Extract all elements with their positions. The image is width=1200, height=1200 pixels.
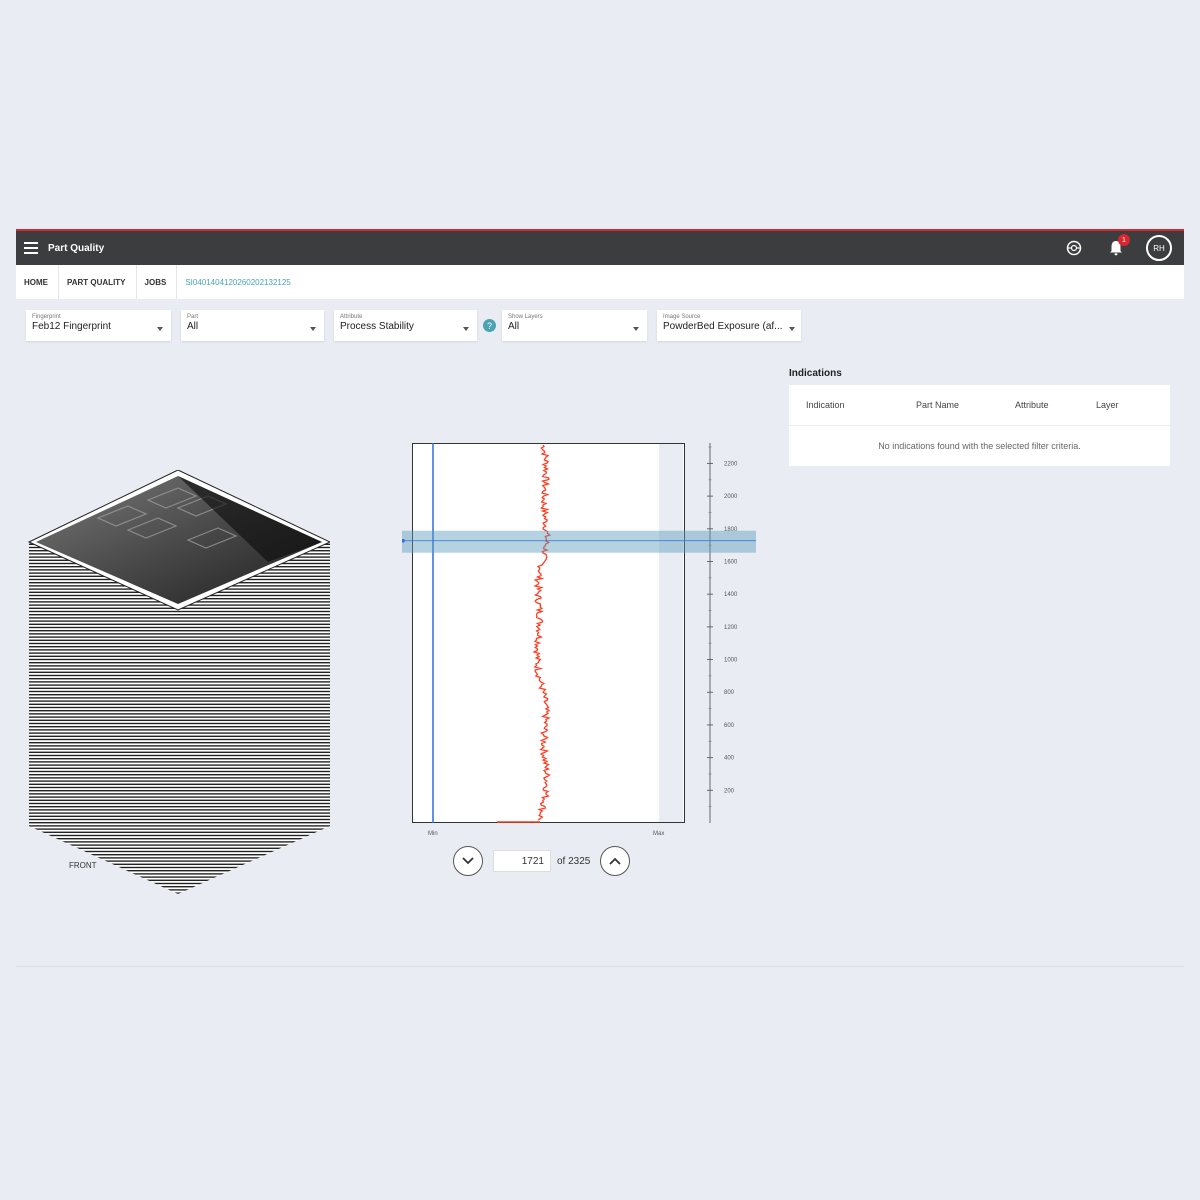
column-header-part-name[interactable]: Part Name — [899, 400, 998, 410]
chart-y-tick-label: 2200 — [724, 461, 738, 467]
chevron-up-icon — [609, 857, 622, 865]
selected-layer-highlight[interactable] — [402, 530, 756, 553]
chart-y-tick-label: 2000 — [724, 494, 738, 500]
layer-total-text: of 2325 — [557, 855, 591, 867]
part-stack-3d-view[interactable] — [28, 470, 330, 894]
app-shell: Part Quality 1 RH HOME PART QUALITY JOBS… — [16, 229, 1184, 299]
column-header-indication[interactable]: Indication — [789, 400, 899, 410]
chevron-down-icon — [633, 327, 639, 331]
indications-panel: Indications Indication Part Name Attribu… — [789, 368, 1170, 466]
process-stability-chart: 200 400 600 800 1000 1200 1400 1600 1800 2000 2200… — [402, 440, 762, 840]
top-bar: Part Quality 1 RH — [16, 229, 1184, 265]
notification-bell-icon[interactable]: 1 — [1104, 234, 1130, 260]
chart-y-tick-label: 1400 — [724, 592, 738, 598]
breadcrumb-home[interactable]: HOME — [16, 265, 59, 299]
show-layers-value: All — [508, 321, 520, 332]
chevron-down-icon — [157, 327, 163, 331]
app-title: Part Quality — [48, 242, 105, 254]
chart-y-tick-label: 1000 — [724, 658, 738, 664]
chart-svg: 2004006008001000120014001600180020002200… — [402, 443, 756, 837]
chart-x-label-min: Min — [428, 831, 438, 837]
chart-y-tick-label: 1200 — [724, 625, 738, 631]
fingerprint-select[interactable]: Fingerprint Feb12 Fingerprint — [26, 310, 171, 341]
indications-title: Indications — [789, 368, 842, 379]
column-header-layer[interactable]: Layer — [1079, 400, 1156, 410]
attribute-value: Process Stability — [340, 321, 414, 332]
notification-badge: 1 — [1118, 234, 1130, 246]
indications-header-row: Indication Part Name Attribute Layer — [789, 385, 1170, 426]
breadcrumb-part-quality[interactable]: PART QUALITY — [59, 265, 137, 299]
breadcrumb: HOME PART QUALITY JOBS SI040140412026020… — [16, 265, 1184, 299]
image-source-select[interactable]: Image Source PowderBed Exposure (af... — [657, 310, 801, 341]
indications-table: Indication Part Name Attribute Layer No … — [789, 385, 1170, 466]
attribute-select[interactable]: Attribute Process Stability — [334, 310, 477, 341]
divider — [16, 966, 1184, 967]
user-avatar[interactable]: RH — [1146, 235, 1172, 261]
help-icon[interactable]: ? — [483, 319, 496, 332]
part-value: All — [187, 321, 199, 332]
column-header-attribute[interactable]: Attribute — [998, 400, 1079, 410]
show-layers-label: Show Layers — [508, 314, 543, 320]
breadcrumb-jobs[interactable]: JOBS — [137, 265, 178, 299]
layer-navigator: 1721 of 2325 — [453, 846, 631, 876]
layer-number-input[interactable]: 1721 — [493, 850, 551, 872]
breadcrumb-job-id: SI0401404120260202132125 — [185, 277, 291, 287]
fingerprint-value: Feb12 Fingerprint — [32, 321, 111, 332]
fingerprint-label: Fingerprint — [32, 314, 61, 320]
chevron-down-icon — [789, 327, 795, 331]
chevron-down-icon — [462, 857, 474, 865]
chart-y-tick-label: 1600 — [724, 559, 738, 565]
filter-bar: Fingerprint Feb12 Fingerprint Part All A… — [26, 310, 801, 341]
front-label: FRONT — [69, 861, 97, 870]
image-source-label: Image Source — [663, 314, 701, 320]
chart-y-tick-label: 200 — [724, 788, 735, 794]
image-source-value: PowderBed Exposure (af... — [663, 321, 783, 332]
show-layers-select[interactable]: Show Layers All — [502, 310, 647, 341]
attribute-label: Attribute — [340, 314, 363, 320]
chart-max-band — [659, 444, 683, 822]
part-select[interactable]: Part All — [181, 310, 324, 341]
chart-series-line — [532, 444, 552, 821]
layer-up-button[interactable] — [600, 846, 631, 876]
chart-x-label-max: Max — [653, 831, 664, 837]
chart-y-tick-label: 600 — [724, 723, 735, 729]
indications-empty-message: No indications found with the selected f… — [878, 441, 1081, 451]
layer-down-button[interactable] — [453, 846, 483, 876]
support-icon[interactable] — [1062, 236, 1086, 260]
part-label: Part — [187, 314, 199, 320]
chevron-down-icon — [310, 327, 316, 331]
chart-y-tick-label: 400 — [724, 756, 735, 762]
chevron-down-icon — [463, 327, 469, 331]
hamburger-menu-icon[interactable] — [24, 242, 38, 254]
chart-y-tick-label: 800 — [724, 690, 735, 696]
